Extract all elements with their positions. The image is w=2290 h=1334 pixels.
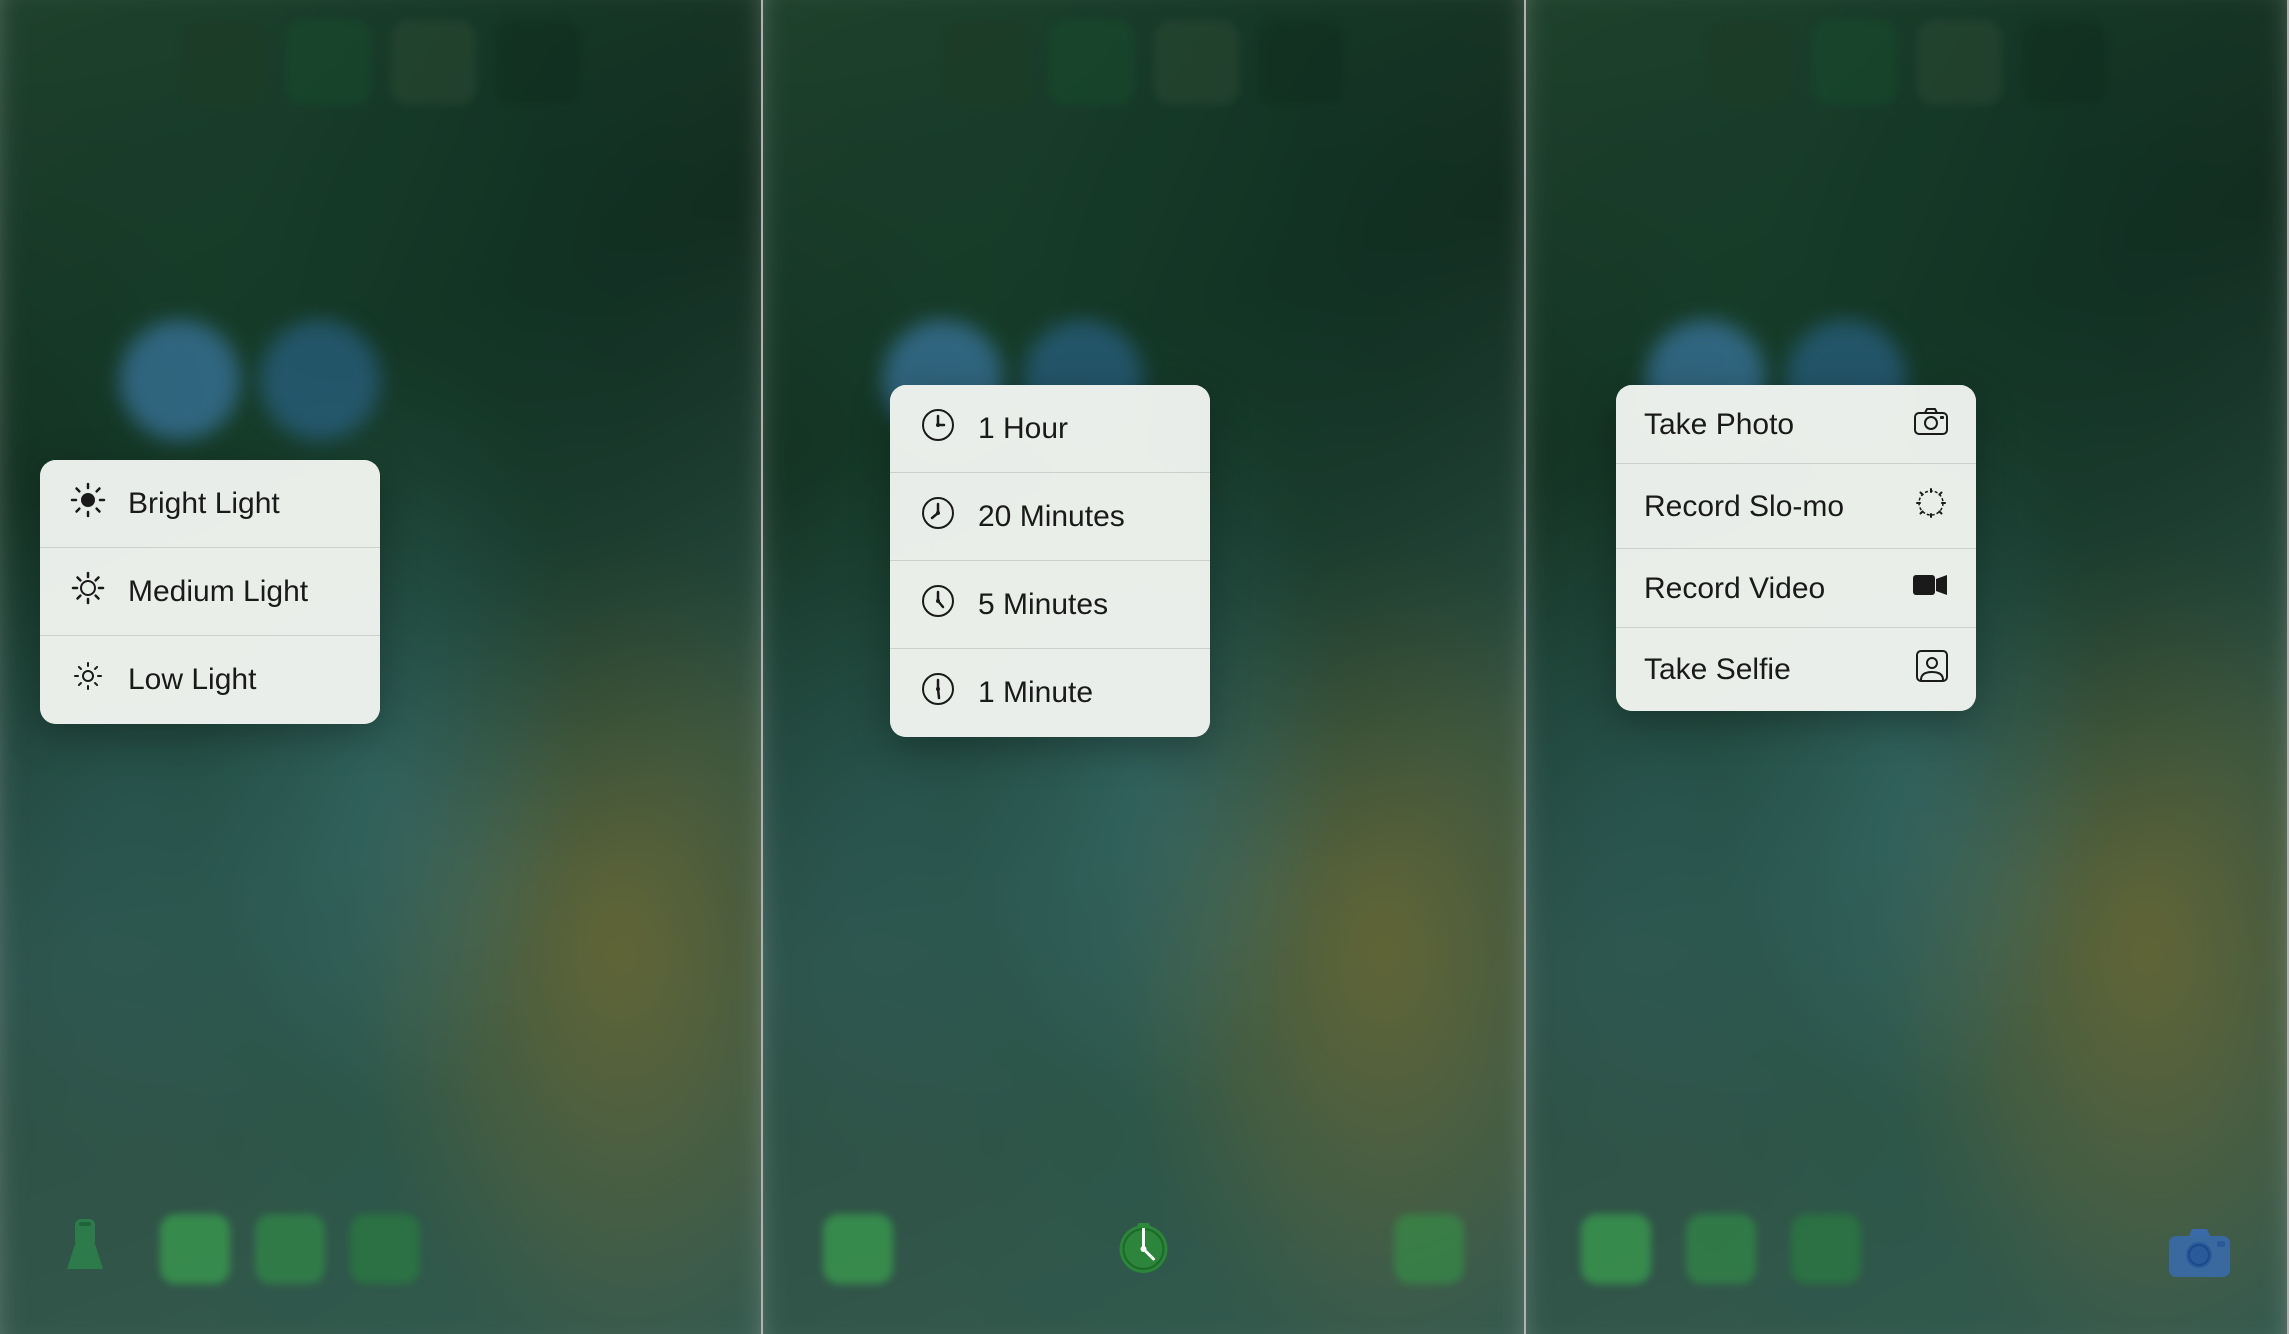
slomo-icon <box>1914 486 1948 527</box>
camera-dock-icon <box>2167 1224 2232 1284</box>
panel-flashlight: Bright Light Medium Light <box>0 0 763 1334</box>
timer-menu: 1 Hour 20 Minutes <box>890 385 1210 737</box>
dock-icon-blurred <box>160 1214 230 1284</box>
low-light-icon <box>68 658 108 702</box>
5-minutes-label: 5 Minutes <box>978 588 1182 622</box>
camera-icon <box>1914 407 1948 442</box>
dock-icon-blurred <box>1394 1214 1464 1284</box>
20-minutes-item[interactable]: 20 Minutes <box>890 473 1210 561</box>
take-selfie-label: Take Selfie <box>1644 653 1896 687</box>
clock-1min-icon <box>918 671 958 715</box>
timer-dock-icon <box>1111 1214 1176 1284</box>
low-light-label: Low Light <box>128 663 352 697</box>
take-photo-label: Take Photo <box>1644 408 1894 442</box>
dock-icon-blurred <box>823 1214 893 1284</box>
bright-light-icon <box>68 482 108 526</box>
bright-light-label: Bright Light <box>128 487 352 521</box>
selfie-icon <box>1916 650 1948 689</box>
1-hour-item[interactable]: 1 Hour <box>890 385 1210 473</box>
5-minutes-item[interactable]: 5 Minutes <box>890 561 1210 649</box>
flashlight-menu: Bright Light Medium Light <box>40 460 380 724</box>
1-minute-item[interactable]: 1 Minute <box>890 649 1210 737</box>
clock-5min-icon <box>918 583 958 627</box>
video-icon <box>1912 571 1948 606</box>
clock-1hour-icon <box>918 407 958 451</box>
medium-light-label: Medium Light <box>128 575 352 609</box>
record-video-label: Record Video <box>1644 572 1892 606</box>
panel-camera: Take Photo Record Slo-mo <box>1526 0 2289 1334</box>
20-minutes-label: 20 Minutes <box>978 500 1182 534</box>
panel-timer: 1 Hour 20 Minutes <box>763 0 1526 1334</box>
dock-icon-blurred <box>1791 1214 1861 1284</box>
dock-icon-blurred <box>255 1214 325 1284</box>
medium-light-item[interactable]: Medium Light <box>40 548 380 636</box>
clock-20min-icon <box>918 495 958 539</box>
record-slomo-item[interactable]: Record Slo-mo <box>1616 464 1976 549</box>
record-slomo-label: Record Slo-mo <box>1644 490 1894 524</box>
take-selfie-item[interactable]: Take Selfie <box>1616 628 1976 711</box>
dock-icon-blurred <box>1581 1214 1651 1284</box>
low-light-item[interactable]: Low Light <box>40 636 380 724</box>
bright-light-item[interactable]: Bright Light <box>40 460 380 548</box>
1-minute-label: 1 Minute <box>978 676 1182 710</box>
take-photo-item[interactable]: Take Photo <box>1616 385 1976 464</box>
dock-icon-blurred <box>350 1214 420 1284</box>
medium-light-icon <box>68 570 108 614</box>
dock-icon-blurred <box>1686 1214 1756 1284</box>
record-video-item[interactable]: Record Video <box>1616 549 1976 628</box>
camera-menu: Take Photo Record Slo-mo <box>1616 385 1976 711</box>
flashlight-dock-icon <box>55 1214 115 1279</box>
1-hour-label: 1 Hour <box>978 412 1182 446</box>
